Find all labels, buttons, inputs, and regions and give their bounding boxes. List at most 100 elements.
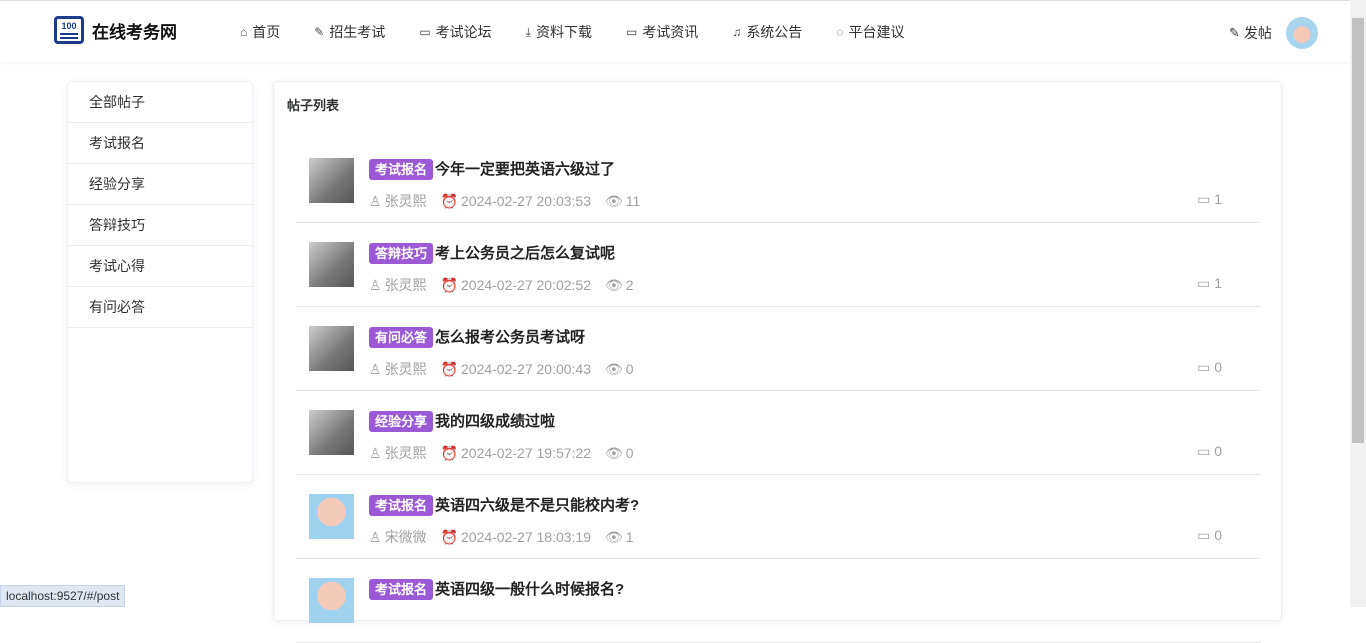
status-bar-url: localhost:9527/#/post — [0, 585, 126, 607]
logo-number: 100 — [61, 21, 77, 31]
eye-icon: 👁 — [605, 276, 623, 293]
post-category-tag: 答辩技巧 — [369, 243, 434, 264]
logo[interactable]: 100 在线考务网 — [54, 16, 177, 44]
post-author: 宋微微 — [384, 529, 427, 545]
post-views: 1 — [625, 529, 634, 545]
sidebar-item[interactable]: 经验分享 — [68, 164, 252, 205]
post-author: 张灵熙 — [384, 277, 427, 293]
post-author-avatar — [309, 578, 354, 623]
post-list-panel: 帖子列表 考试报名 今年一定要把英语六级过了 ♙ 张灵熙 ⏰ 2024-02-27 20:… — [273, 81, 1282, 643]
sidebar-item[interactable]: 考试报名 — [68, 123, 252, 164]
post-item[interactable]: 经验分享 我的四级成绩过啦 ♙ 张灵熙 ⏰ 2024-02-27 19:57:22 👁 0 ▭ … — [296, 391, 1261, 475]
comment-icon: ▭ — [1197, 191, 1215, 207]
sidebar-item[interactable]: 考试心得 — [68, 246, 252, 287]
site-title: 在线考务网 — [92, 22, 177, 42]
user-avatar[interactable] — [1286, 17, 1318, 49]
logo-icon: 100 — [54, 16, 84, 44]
chat-icon: ▭ — [419, 25, 431, 39]
edit-icon: ✎ — [1229, 25, 1240, 40]
user-icon: ♙ — [369, 276, 382, 293]
comment-icon: ▭ — [1197, 359, 1215, 375]
panel-title: 帖子列表 — [287, 98, 340, 113]
post-item[interactable]: 考试报名 英语四级一般什么时候报名? — [296, 559, 1261, 643]
post-title[interactable]: 英语四级一般什么时候报名? — [435, 579, 624, 600]
comment-icon: ▭ — [1197, 443, 1215, 459]
nav-label: 招生考试 — [329, 24, 386, 40]
post-comments: ▭ 0 — [1197, 443, 1222, 460]
clock-icon: ⏰ — [440, 192, 458, 209]
post-time: 2024-02-27 20:02:52 — [461, 277, 591, 293]
comment-icon: ▭ — [1197, 527, 1215, 543]
nav-item-4[interactable]: ▭ 考试资讯 — [626, 22, 698, 42]
nav-item-0[interactable]: ⌂ 首页 — [240, 22, 280, 42]
new-post-button[interactable]: ✎ 发帖 — [1229, 23, 1272, 43]
eye-icon: 👁 — [605, 528, 623, 545]
nav-item-1[interactable]: ✎ 招生考试 — [314, 22, 385, 42]
post-author-avatar — [309, 410, 354, 455]
user-icon: ♙ — [369, 360, 382, 377]
post-views: 0 — [625, 361, 634, 377]
post-time: 2024-02-27 19:57:22 — [461, 445, 591, 461]
post-category-tag: 考试报名 — [369, 579, 434, 600]
post-category-tag: 考试报名 — [369, 159, 434, 180]
post-comments: ▭ 1 — [1197, 275, 1222, 292]
post-title[interactable]: 考上公务员之后怎么复试呢 — [435, 243, 615, 264]
nav-item-5[interactable]: ♫ 系统公告 — [732, 22, 802, 42]
comment-count: 0 — [1214, 527, 1222, 543]
post-title[interactable]: 怎么报考公务员考试呀 — [435, 327, 585, 348]
post-meta: ♙ 张灵熙 ⏰ 2024-02-27 20:00:43 👁 0 — [369, 359, 637, 379]
main-nav: ⌂ 首页 ✎ 招生考试 ▭ 考试论坛 ⤓ 资料下载 ▭ 考试资讯 ♫ 系统公告 ◌ 平台建议 — [240, 1, 938, 63]
clock-icon: ⏰ — [440, 528, 458, 545]
post-author: 张灵熙 — [384, 445, 427, 461]
scrollbar-thumb[interactable] — [1352, 18, 1364, 443]
nav-item-3[interactable]: ⤓ 资料下载 — [526, 22, 592, 42]
home-icon: ⌂ — [240, 25, 248, 39]
user-icon: ♙ — [369, 444, 382, 461]
post-time: 2024-02-27 20:00:43 — [461, 361, 591, 377]
post-title[interactable]: 我的四级成绩过啦 — [435, 411, 555, 432]
nav-label: 平台建议 — [848, 24, 905, 40]
post-meta: ♙ 宋微微 ⏰ 2024-02-27 18:03:19 👁 1 — [369, 527, 637, 547]
post-category-tag: 有问必答 — [369, 327, 434, 348]
eye-icon: 👁 — [605, 192, 623, 209]
post-author-avatar — [309, 242, 354, 287]
download-icon: ⤓ — [525, 24, 531, 39]
post-item[interactable]: 考试报名 今年一定要把英语六级过了 ♙ 张灵熙 ⏰ 2024-02-27 20:03:53… — [296, 139, 1261, 223]
post-views: 0 — [625, 445, 634, 461]
post-comments: ▭ 1 — [1197, 191, 1222, 208]
post-item[interactable]: 有问必答 怎么报考公务员考试呀 ♙ 张灵熙 ⏰ 2024-02-27 20:00:43 👁 0… — [296, 307, 1261, 391]
post-author-avatar — [309, 494, 354, 539]
sidebar-item[interactable]: 全部帖子 — [68, 82, 252, 123]
post-title[interactable]: 英语四六级是不是只能校内考? — [435, 495, 639, 516]
top-nav-bar: 100 在线考务网 ⌂ 首页 ✎ 招生考试 ▭ 考试论坛 ⤓ 资料下载 ▭ 考试资讯 ♫ 系统公告 ◌ 平… — [0, 0, 1350, 62]
post-item[interactable]: 考试报名 英语四六级是不是只能校内考? ♙ 宋微微 ⏰ 2024-02-27 18:03:… — [296, 475, 1261, 559]
nav-item-6[interactable]: ◌ 平台建议 — [836, 22, 904, 42]
post-views: 2 — [625, 277, 634, 293]
clock-icon: ⏰ — [440, 360, 458, 377]
edit-icon: ✎ — [314, 25, 325, 39]
nav-item-2[interactable]: ▭ 考试论坛 — [419, 22, 491, 42]
post-comments: ▭ 0 — [1197, 527, 1222, 544]
nav-label: 资料下载 — [535, 24, 592, 40]
post-meta: ♙ 张灵熙 ⏰ 2024-02-27 19:57:22 👁 0 — [369, 443, 637, 463]
nav-label: 首页 — [252, 24, 281, 40]
post-item[interactable]: 答辩技巧 考上公务员之后怎么复试呢 ♙ 张灵熙 ⏰ 2024-02-27 20:02:52… — [296, 223, 1261, 307]
scrollbar[interactable] — [1350, 0, 1366, 607]
post-author: 张灵熙 — [384, 361, 427, 377]
post-author: 张灵熙 — [384, 193, 427, 209]
eye-icon: 👁 — [605, 360, 623, 377]
sidebar-item[interactable]: 答辩技巧 — [68, 205, 252, 246]
post-comments: ▭ 0 — [1197, 359, 1222, 376]
comment-count: 1 — [1214, 275, 1222, 291]
post-category-tag: 考试报名 — [369, 495, 434, 516]
sidebar-item[interactable]: 有问必答 — [68, 287, 252, 328]
category-sidebar: 全部帖子 考试报名 经验分享 答辩技巧 考试心得 有问必答 — [67, 81, 253, 483]
comment-icon: ◌ — [836, 25, 844, 39]
post-author-avatar — [309, 326, 354, 371]
post-meta: ♙ 张灵熙 ⏰ 2024-02-27 20:02:52 👁 2 — [369, 275, 637, 295]
new-post-label: 发帖 — [1243, 25, 1272, 41]
post-title[interactable]: 今年一定要把英语六级过了 — [435, 159, 615, 180]
comment-count: 0 — [1214, 359, 1222, 375]
nav-label: 系统公告 — [746, 24, 803, 40]
post-time: 2024-02-27 18:03:19 — [461, 529, 591, 545]
